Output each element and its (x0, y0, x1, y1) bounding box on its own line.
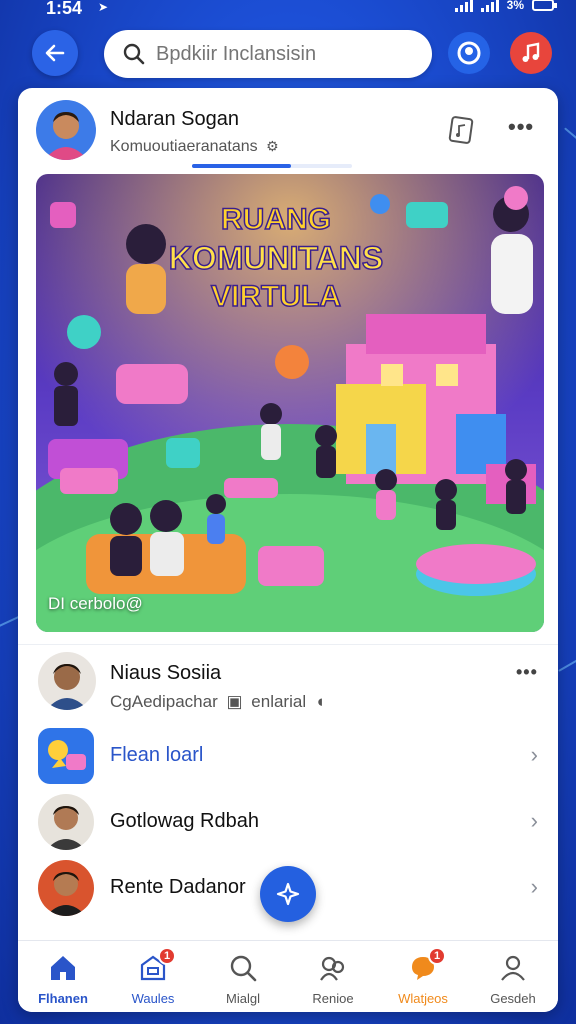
author-avatar[interactable] (36, 100, 96, 160)
chat-bubble-icon: 1 (406, 947, 446, 985)
bottom-nav: Flhanen 1 Waules Mialgl Renioe 1 Wlatjeo… (18, 940, 558, 1012)
nav-label: Flhanen (38, 991, 88, 1006)
app-icon (38, 728, 94, 784)
location-icon: ➤ (98, 0, 109, 14)
status-time: 1:54 (46, 0, 83, 18)
chevron-right-icon: › (530, 874, 538, 899)
search-input[interactable] (156, 42, 406, 66)
search-icon (226, 951, 260, 985)
list-item-extra-text: enlarial (251, 692, 307, 711)
nav-profile[interactable]: Gesdeh (468, 941, 558, 1012)
notification-badge: 1 (158, 947, 176, 965)
list-item-subtitle: CgAedipachar ▣ enlarial ◖ (110, 692, 325, 712)
post-subtitle-text: Komuoutiaeranatans (110, 138, 258, 155)
briefcase-icon: ▣ (226, 692, 243, 711)
speaker-icon: ◖ (314, 692, 326, 711)
divider (18, 644, 558, 645)
avatar (38, 860, 94, 916)
nav-label: Waules (131, 991, 175, 1006)
nav-home[interactable]: Flhanen (18, 941, 108, 1012)
list-item-name: Niaus Sosiia (110, 662, 222, 684)
image-title-line3: VIRTULA (211, 280, 341, 313)
list-item[interactable]: Niaus Sosiia CgAedipachar ▣ enlarial ◖ •… (18, 648, 558, 718)
note-music-icon (448, 116, 474, 144)
list-item-name: Rente Dadanor (110, 876, 246, 898)
nav-community[interactable]: Renioe (288, 941, 378, 1012)
user-circle-icon (457, 41, 481, 65)
profile-button[interactable] (448, 32, 490, 74)
list-item[interactable]: Flean loarl › (18, 724, 558, 788)
search-icon (123, 43, 145, 65)
image-title-line2: KOMUNITANS (169, 240, 384, 276)
music-note-icon (522, 42, 540, 62)
bg-streak (564, 127, 576, 155)
battery-icon (532, 0, 557, 11)
chevron-right-icon: › (530, 808, 538, 833)
post-image[interactable]: RUANG KOMUNITANS VIRTULA DI cerbolo@ (36, 174, 544, 632)
notification-badge: 1 (428, 947, 446, 965)
create-button[interactable] (260, 866, 316, 922)
image-caption: DI cerbolo@ (48, 594, 143, 613)
nav-store[interactable]: 1 Waules (108, 941, 198, 1012)
list-item[interactable]: Gotlowag Rdbah › (18, 790, 558, 854)
avatar (38, 794, 94, 850)
store-icon: 1 (136, 947, 176, 985)
nav-label: Renioe (312, 991, 354, 1006)
people-icon (316, 951, 350, 985)
nav-search[interactable]: Mialgl (198, 941, 288, 1012)
nav-label: Gesdeh (490, 991, 536, 1006)
search-bar[interactable] (104, 30, 432, 78)
status-bar: 1:54 ➤ 3% (0, 0, 576, 22)
upload-progress-fill (192, 164, 292, 168)
back-button[interactable] (32, 30, 78, 76)
sparkle-icon (276, 882, 300, 906)
feed-card: Ndaran Sogan Komuoutiaeranatans ⚙ ••• RU… (18, 88, 558, 1012)
music-button[interactable] (510, 32, 552, 74)
home-icon (46, 951, 80, 985)
nav-label: Mialgl (226, 991, 260, 1006)
list-item-subtitle-text: CgAedipachar (110, 692, 218, 711)
post-subtitle: Komuoutiaeranatans ⚙ (110, 138, 279, 156)
image-title-line1: RUANG (221, 203, 331, 236)
list-item-name: Gotlowag Rdbah (110, 810, 259, 832)
nav-label: Wlatjeos (398, 991, 448, 1006)
battery-percent: 3% (506, 0, 524, 12)
arrow-left-icon (45, 44, 65, 62)
upload-progress (192, 164, 352, 168)
post-author-name[interactable]: Ndaran Sogan (110, 108, 239, 131)
note-button[interactable] (442, 110, 482, 150)
user-icon (496, 951, 530, 985)
signal-icon (454, 0, 473, 12)
bg-streak (558, 650, 576, 672)
nav-messages[interactable]: 1 Wlatjeos (378, 941, 468, 1012)
chevron-right-icon: › (530, 742, 538, 767)
avatar (38, 652, 96, 710)
more-options-button[interactable]: ••• (516, 662, 538, 683)
tag-icon: ⚙ (266, 138, 279, 154)
more-options-button[interactable]: ••• (508, 114, 534, 140)
list-item-name: Flean loarl (110, 744, 204, 766)
community-illustration: RUANG KOMUNITANS VIRTULA (36, 174, 544, 632)
status-indicators: 3% (454, 0, 557, 12)
signal-icon (480, 0, 499, 12)
